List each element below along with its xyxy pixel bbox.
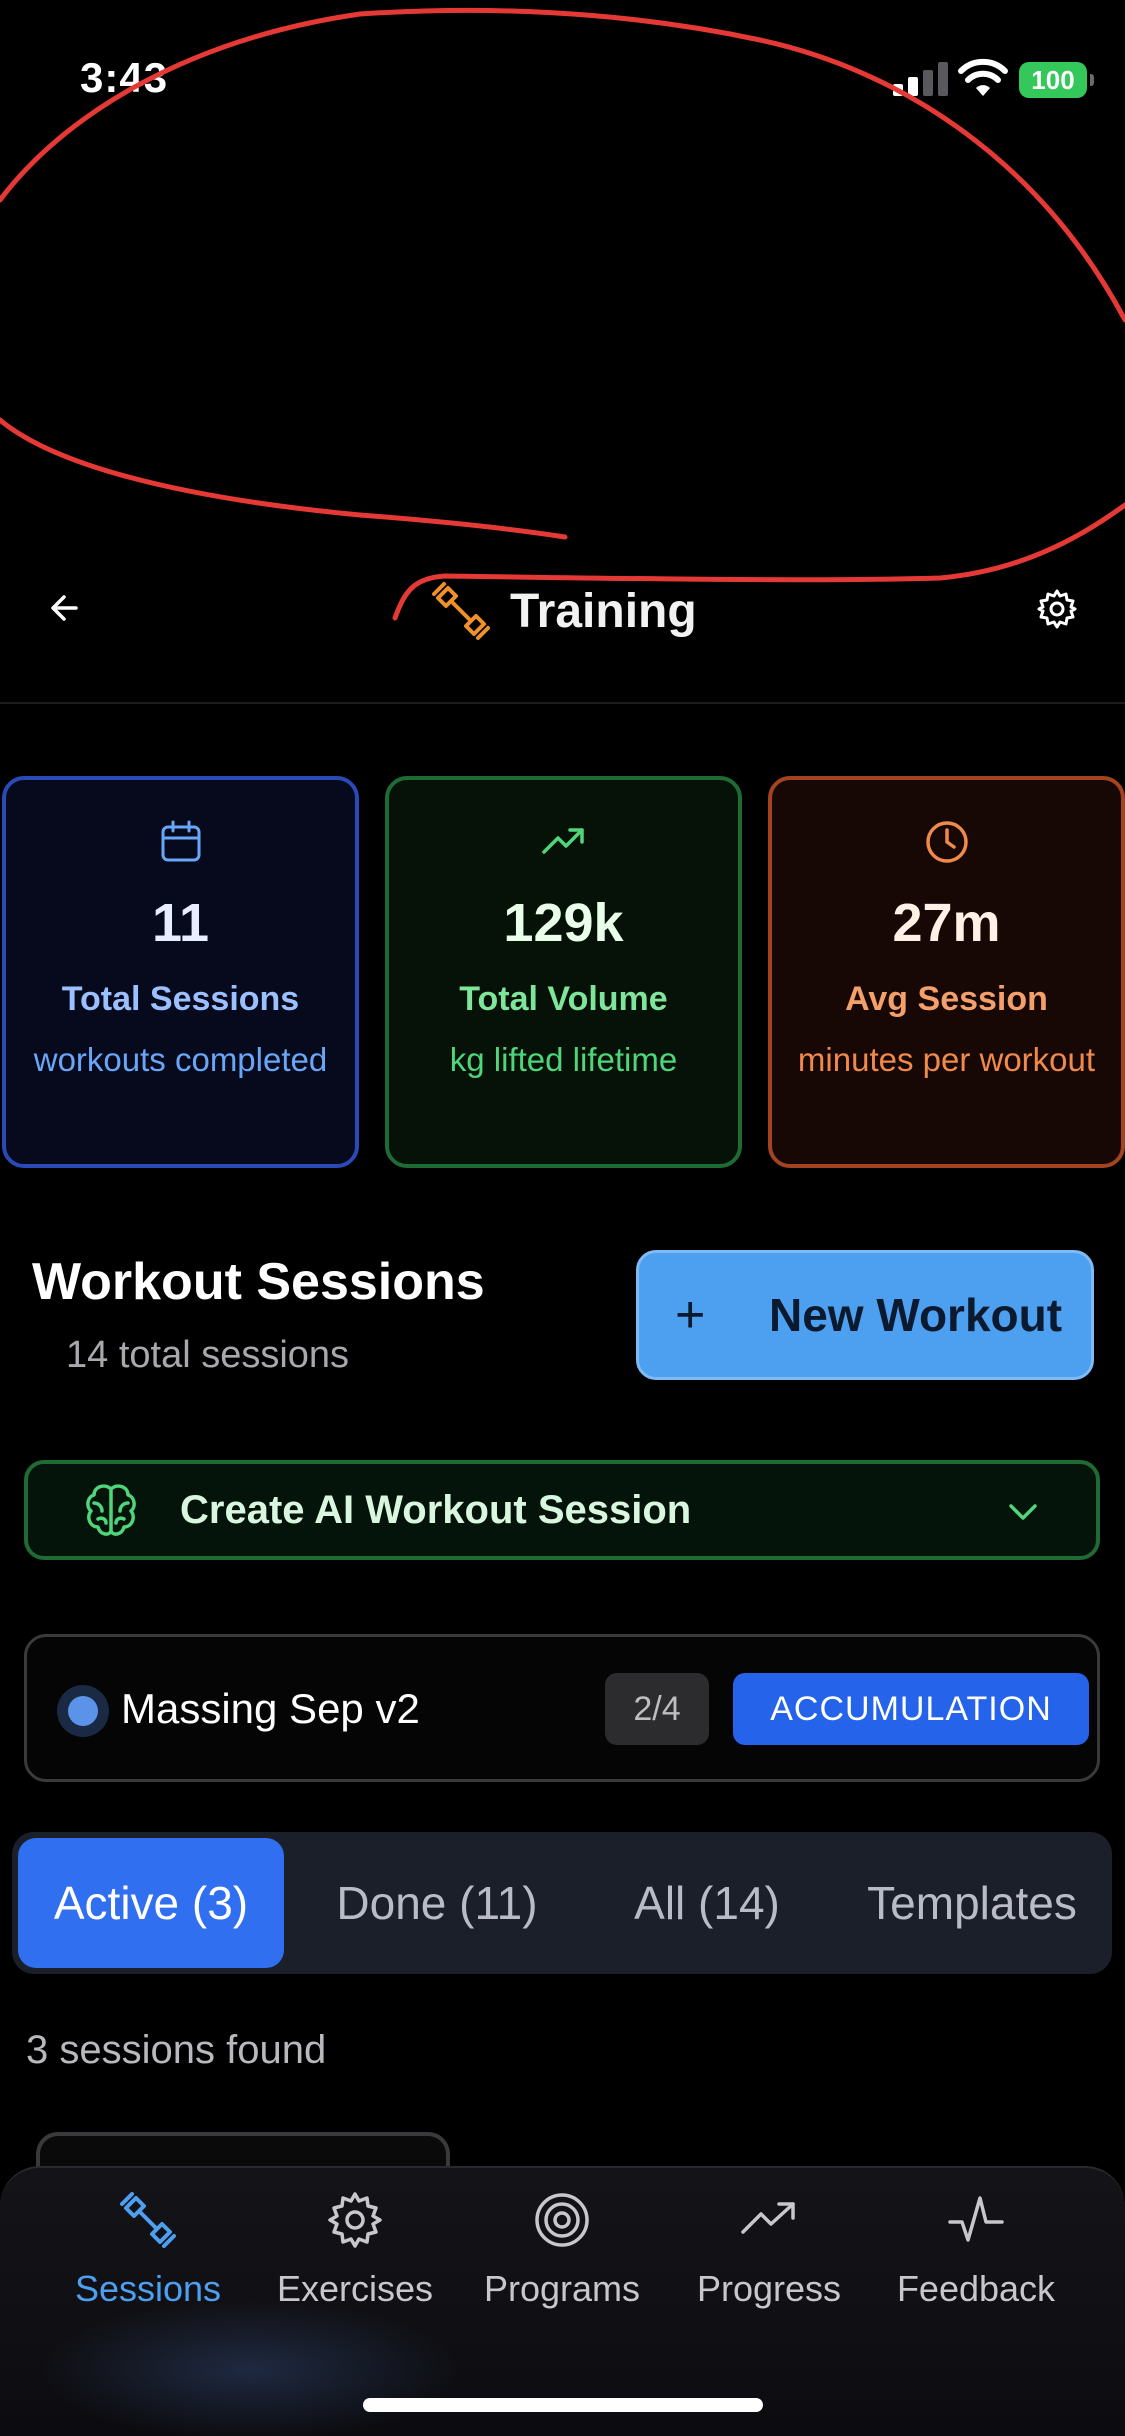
stat-label: Total Volume [459, 980, 668, 1018]
section-subtitle: 14 total sessions [66, 1334, 350, 1376]
back-arrow-icon[interactable] [44, 586, 88, 630]
home-indicator[interactable] [363, 2398, 763, 2412]
program-phase-badge: ACCUMULATION [733, 1673, 1089, 1745]
gear-icon [328, 2192, 382, 2248]
program-name: Massing Sep v2 [121, 1685, 420, 1732]
session-filter-tabs: Active (3) Done (11) All (14) Templates [12, 1832, 1112, 1974]
ai-session-label: Create AI Workout Session [180, 1487, 692, 1532]
tab-templates[interactable]: Templates [842, 1838, 1102, 1968]
create-ai-session-dropdown[interactable]: Create AI Workout Session [24, 1460, 1100, 1560]
new-workout-button[interactable]: + New Workout [636, 1250, 1094, 1380]
battery-indicator: 100 [1019, 62, 1094, 98]
activity-icon [948, 2196, 1004, 2242]
trending-up-icon [541, 828, 584, 854]
stat-card-avg-session: 27m Avg Session minutes per workout [768, 776, 1125, 1168]
stat-value: 11 [151, 893, 210, 953]
header-divider [0, 702, 1125, 704]
stat-sublabel: workouts completed [33, 1041, 328, 1078]
stat-card-total-volume: 129k Total Volume kg lifted lifetime [385, 776, 742, 1168]
page-title: Training [510, 584, 697, 638]
section-title: Workout Sessions [32, 1253, 485, 1311]
wifi-icon [958, 58, 1008, 96]
active-program-card[interactable]: Massing Sep v2 2/4 ACCUMULATION [24, 1634, 1100, 1782]
stat-value: 129k [503, 893, 624, 953]
brain-icon [86, 1484, 136, 1536]
nav-label: Exercises [276, 2268, 434, 2309]
stat-label: Total Sessions [61, 980, 300, 1018]
tab-all[interactable]: All (14) [592, 1838, 822, 1968]
dumbbell-icon [120, 2192, 176, 2248]
plus-icon: + [675, 1286, 706, 1344]
settings-gear-icon[interactable] [1036, 588, 1078, 630]
nav-sessions[interactable]: Sessions [48, 2190, 248, 2310]
nav-label: Progress [696, 2268, 842, 2309]
nav-progress[interactable]: Progress [669, 2190, 869, 2310]
stat-card-total-sessions: 11 Total Sessions workouts completed [2, 776, 359, 1168]
chevron-down-icon [1009, 1504, 1037, 1520]
target-icon [535, 2193, 589, 2247]
signal-icon [893, 62, 948, 96]
stat-value: 27m [892, 893, 1001, 953]
training-screen: 3:43 100 Training 11 Total Sessions work… [0, 0, 1125, 2436]
nav-label: Feedback [896, 2268, 1056, 2309]
header-title-group: Training [430, 580, 697, 642]
red-annotation-scribble [0, 7, 1125, 621]
nav-label: Programs [483, 2268, 641, 2309]
calendar-icon [161, 820, 200, 862]
nav-feedback[interactable]: Feedback [876, 2190, 1076, 2310]
nav-programs[interactable]: Programs [462, 2190, 662, 2310]
tab-bar-glow [40, 2300, 460, 2436]
stat-sublabel: kg lifted lifetime [449, 1041, 678, 1078]
tab-done[interactable]: Done (11) [302, 1838, 572, 1968]
program-week-badge: 2/4 [605, 1673, 709, 1745]
clock-icon [925, 821, 968, 863]
nav-exercises[interactable]: Exercises [255, 2190, 455, 2310]
stat-label: Avg Session [845, 980, 1048, 1018]
stat-sublabel: minutes per workout [797, 1041, 1096, 1078]
nav-label: Sessions [74, 2268, 222, 2309]
tab-active[interactable]: Active (3) [18, 1838, 284, 1968]
program-status-dot [57, 1685, 109, 1737]
results-count: 3 sessions found [26, 2028, 327, 2072]
dumbbell-icon [432, 582, 490, 640]
trending-up-icon [741, 2202, 795, 2234]
new-workout-label: New Workout [769, 1289, 1063, 1341]
status-time: 3:43 [80, 54, 169, 101]
